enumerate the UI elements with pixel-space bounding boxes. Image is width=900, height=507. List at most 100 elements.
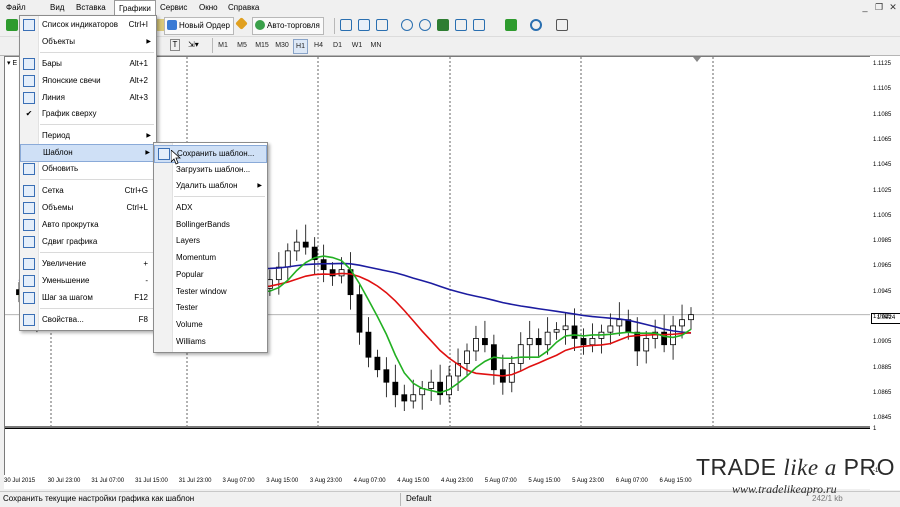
candle-body [607, 325, 614, 333]
menu-item-label: Williams [176, 336, 206, 346]
line-chart-icon[interactable] [376, 19, 388, 31]
menu-window[interactable]: Окно [195, 0, 222, 15]
zoom-in-icon[interactable] [401, 19, 413, 31]
template-submenu: Сохранить шаблон... Загрузить шаблон... Уд… [153, 142, 268, 353]
candle-body [589, 338, 596, 346]
template-menu-item[interactable]: Momentum [154, 250, 267, 266]
chart-shift-marker [693, 57, 701, 62]
template-menu-item[interactable]: Volume [154, 317, 267, 333]
tf-h1[interactable]: H1 [293, 39, 308, 54]
charts-menu-item[interactable]: Шаблон ▶ [20, 144, 156, 162]
menu-charts[interactable]: Графики [114, 0, 156, 16]
menu-item-label: Сохранить шаблон... [177, 149, 255, 158]
menu-file[interactable]: Файл [2, 0, 30, 15]
menu-item-label: График сверху [42, 109, 97, 118]
price-label: 1.1125 [873, 61, 891, 67]
chart-shift-icon [23, 236, 35, 248]
metaeditor-icon[interactable] [235, 17, 248, 30]
template-menu-item[interactable]: Popular [154, 267, 267, 283]
text-tool-icon[interactable]: T [170, 39, 180, 51]
zoom-out-icon[interactable] [419, 19, 431, 31]
new-chart-icon[interactable] [6, 19, 18, 31]
candle-body [275, 266, 282, 281]
charts-menu-item[interactable]: ✔ График сверху [20, 106, 156, 122]
charts-menu-item[interactable]: Бары Alt+1 [20, 56, 156, 72]
time-label: 3 Aug 07:00 [222, 478, 255, 484]
price-label: 1.0885 [873, 364, 892, 371]
charts-menu-item[interactable]: Шаг за шагом F12 [20, 290, 156, 306]
close-icon[interactable]: ✕ [888, 3, 898, 12]
bar-chart-icon[interactable] [340, 19, 352, 31]
tf-m30[interactable]: M30 [273, 39, 291, 52]
templates-icon[interactable] [556, 19, 568, 31]
periods-icon[interactable] [530, 19, 542, 31]
charts-menu-item[interactable]: Свойства... F8 [20, 312, 156, 328]
charts-menu-item[interactable]: Линия Alt+3 [20, 90, 156, 106]
template-menu-item[interactable]: Tester [154, 300, 267, 316]
autotrading-button[interactable]: Авто-торговля [252, 17, 324, 35]
menu-service[interactable]: Сервис [156, 0, 191, 15]
template-menu-item[interactable]: Williams [154, 334, 267, 350]
menu-insert[interactable]: Вставка [72, 0, 110, 15]
tile-windows-icon[interactable] [437, 19, 449, 31]
template-menu-item[interactable]: Layers [154, 233, 267, 249]
indicators-icon[interactable] [505, 19, 517, 31]
minimize-icon[interactable]: _ [860, 3, 870, 12]
candle-body [284, 250, 291, 268]
menu-help[interactable]: Справка [224, 0, 263, 15]
menu-item-label: Список индикаторов [42, 20, 118, 29]
menu-view[interactable]: Вид [46, 0, 68, 15]
separator [400, 493, 401, 506]
charts-menu-item[interactable]: Сдвиг графика [20, 234, 156, 250]
price-axis: 1.0924 1 -1 1.1125 1.1105 1.1085 1.1065 1.10… [870, 56, 900, 490]
time-label: 3 Aug 15:00 [266, 478, 299, 484]
charts-menu-item[interactable]: Уменьшение - [20, 273, 156, 289]
menu-item-shortcut: Ctrl+L [126, 203, 148, 212]
charts-menu-item[interactable]: Список индикаторов Ctrl+I [20, 17, 156, 33]
charts-menu-item[interactable]: Объемы Ctrl+L [20, 200, 156, 216]
tf-m5[interactable]: M5 [235, 39, 249, 52]
charts-menu-item[interactable]: Увеличение + [20, 256, 156, 272]
menu-item-label: Шаг за шагом [42, 293, 93, 302]
tf-m1[interactable]: M1 [216, 39, 230, 52]
charts-menu-item[interactable]: Объекты ▶ [20, 34, 156, 50]
charts-menu-item[interactable]: Японские свечи Alt+2 [20, 73, 156, 89]
new-order-icon [167, 20, 177, 30]
menu-item-label: ADX [176, 203, 193, 212]
template-menu-item[interactable]: Удалить шаблон ▶ [154, 178, 267, 194]
restore-icon[interactable]: ❐ [874, 3, 884, 12]
menu-item-shortcut: Ctrl+I [128, 20, 148, 29]
brand-part-c: PRO [836, 454, 896, 480]
charts-menu-item[interactable]: Обновить [20, 161, 156, 177]
arrows-tool-icon[interactable]: ⇲▾ [188, 40, 199, 49]
submenu-arrow-icon: ▶ [257, 183, 262, 189]
tf-m15[interactable]: M15 [253, 39, 271, 52]
candle-body [392, 381, 399, 396]
candlestick-icon[interactable] [358, 19, 370, 31]
status-profile: Default [406, 494, 432, 503]
chart-shift-icon[interactable] [473, 19, 485, 31]
template-menu-item[interactable]: Tester window [154, 284, 267, 300]
tf-mn[interactable]: MN [369, 39, 383, 52]
price-label: 1.0985 [873, 238, 892, 245]
template-menu-item[interactable]: ADX [154, 200, 267, 216]
charts-menu-item[interactable]: Сетка Ctrl+G [20, 183, 156, 199]
menu-item-label: Layers [176, 236, 201, 246]
charts-menu-item[interactable]: Период ▶ [20, 128, 156, 144]
menu-item-shortcut: Ctrl+G [124, 186, 148, 195]
menu-item-shortcut: F8 [138, 315, 148, 324]
tf-w1[interactable]: W1 [350, 39, 364, 52]
tf-d1[interactable]: D1 [331, 39, 344, 52]
brand-watermark: TRADE like a PRO [696, 454, 895, 481]
candle-body [464, 350, 470, 364]
charts-menu-item[interactable]: Авто прокрутка [20, 217, 156, 233]
candle-body [679, 319, 685, 327]
cursor-icon[interactable] [8, 39, 16, 49]
tf-h4[interactable]: H4 [312, 39, 325, 52]
new-order-button[interactable]: Новый Ордер [164, 17, 234, 35]
candle-body [544, 331, 551, 346]
candle-body [517, 344, 524, 364]
template-menu-item[interactable]: BollingerBands [154, 217, 267, 233]
save-template-icon [158, 148, 170, 160]
autoscroll-icon[interactable] [455, 19, 467, 31]
